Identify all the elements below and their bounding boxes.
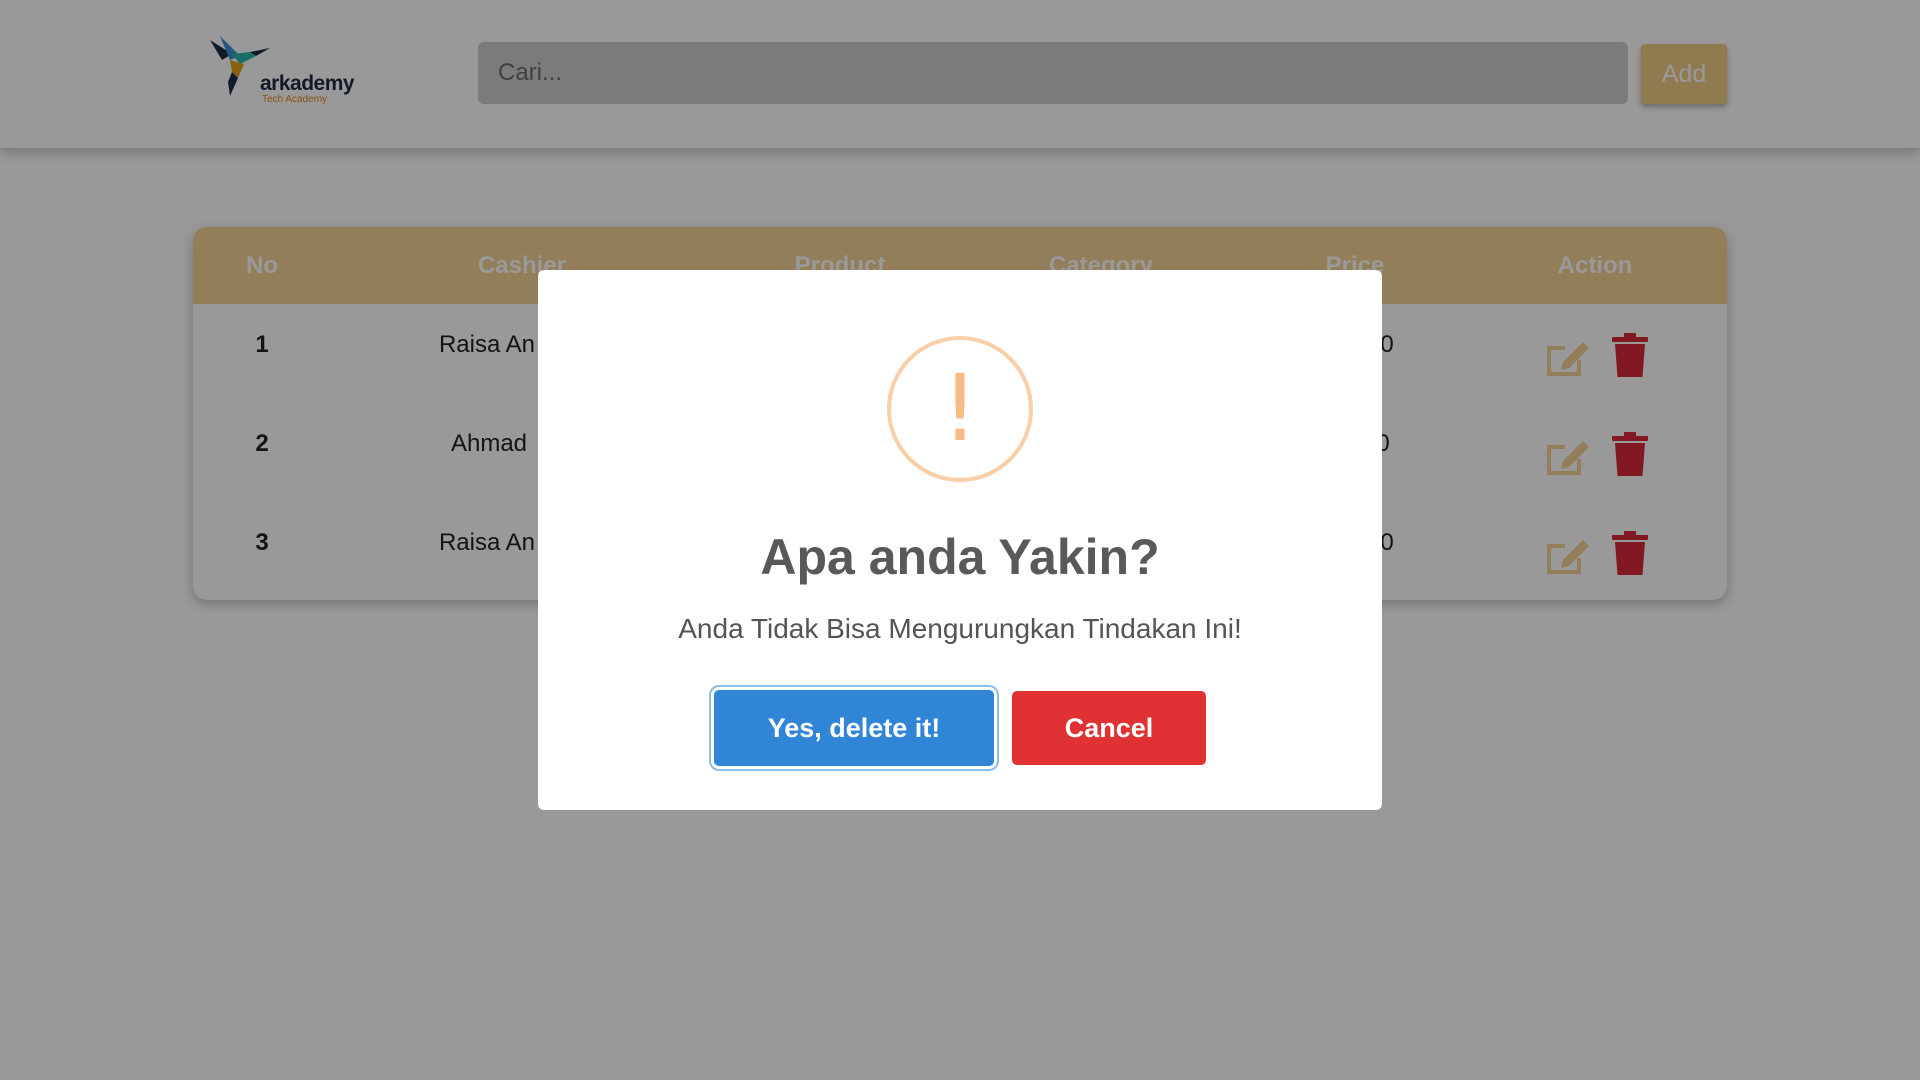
cancel-button[interactable]: Cancel	[1012, 691, 1206, 765]
dialog-text: Anda Tidak Bisa Mengurungkan Tindakan In…	[678, 613, 1242, 644]
dialog-title: Apa anda Yakin?	[760, 529, 1160, 585]
confirm-dialog: ! Apa anda Yakin? Anda Tidak Bisa Mengur…	[538, 270, 1382, 810]
page: arkademy Tech Academy Add No Cashier Pro…	[0, 0, 1920, 1080]
confirm-delete-button[interactable]: Yes, delete it!	[714, 690, 994, 766]
warning-mark: !	[941, 355, 979, 462]
warning-icon: !	[887, 336, 1033, 482]
